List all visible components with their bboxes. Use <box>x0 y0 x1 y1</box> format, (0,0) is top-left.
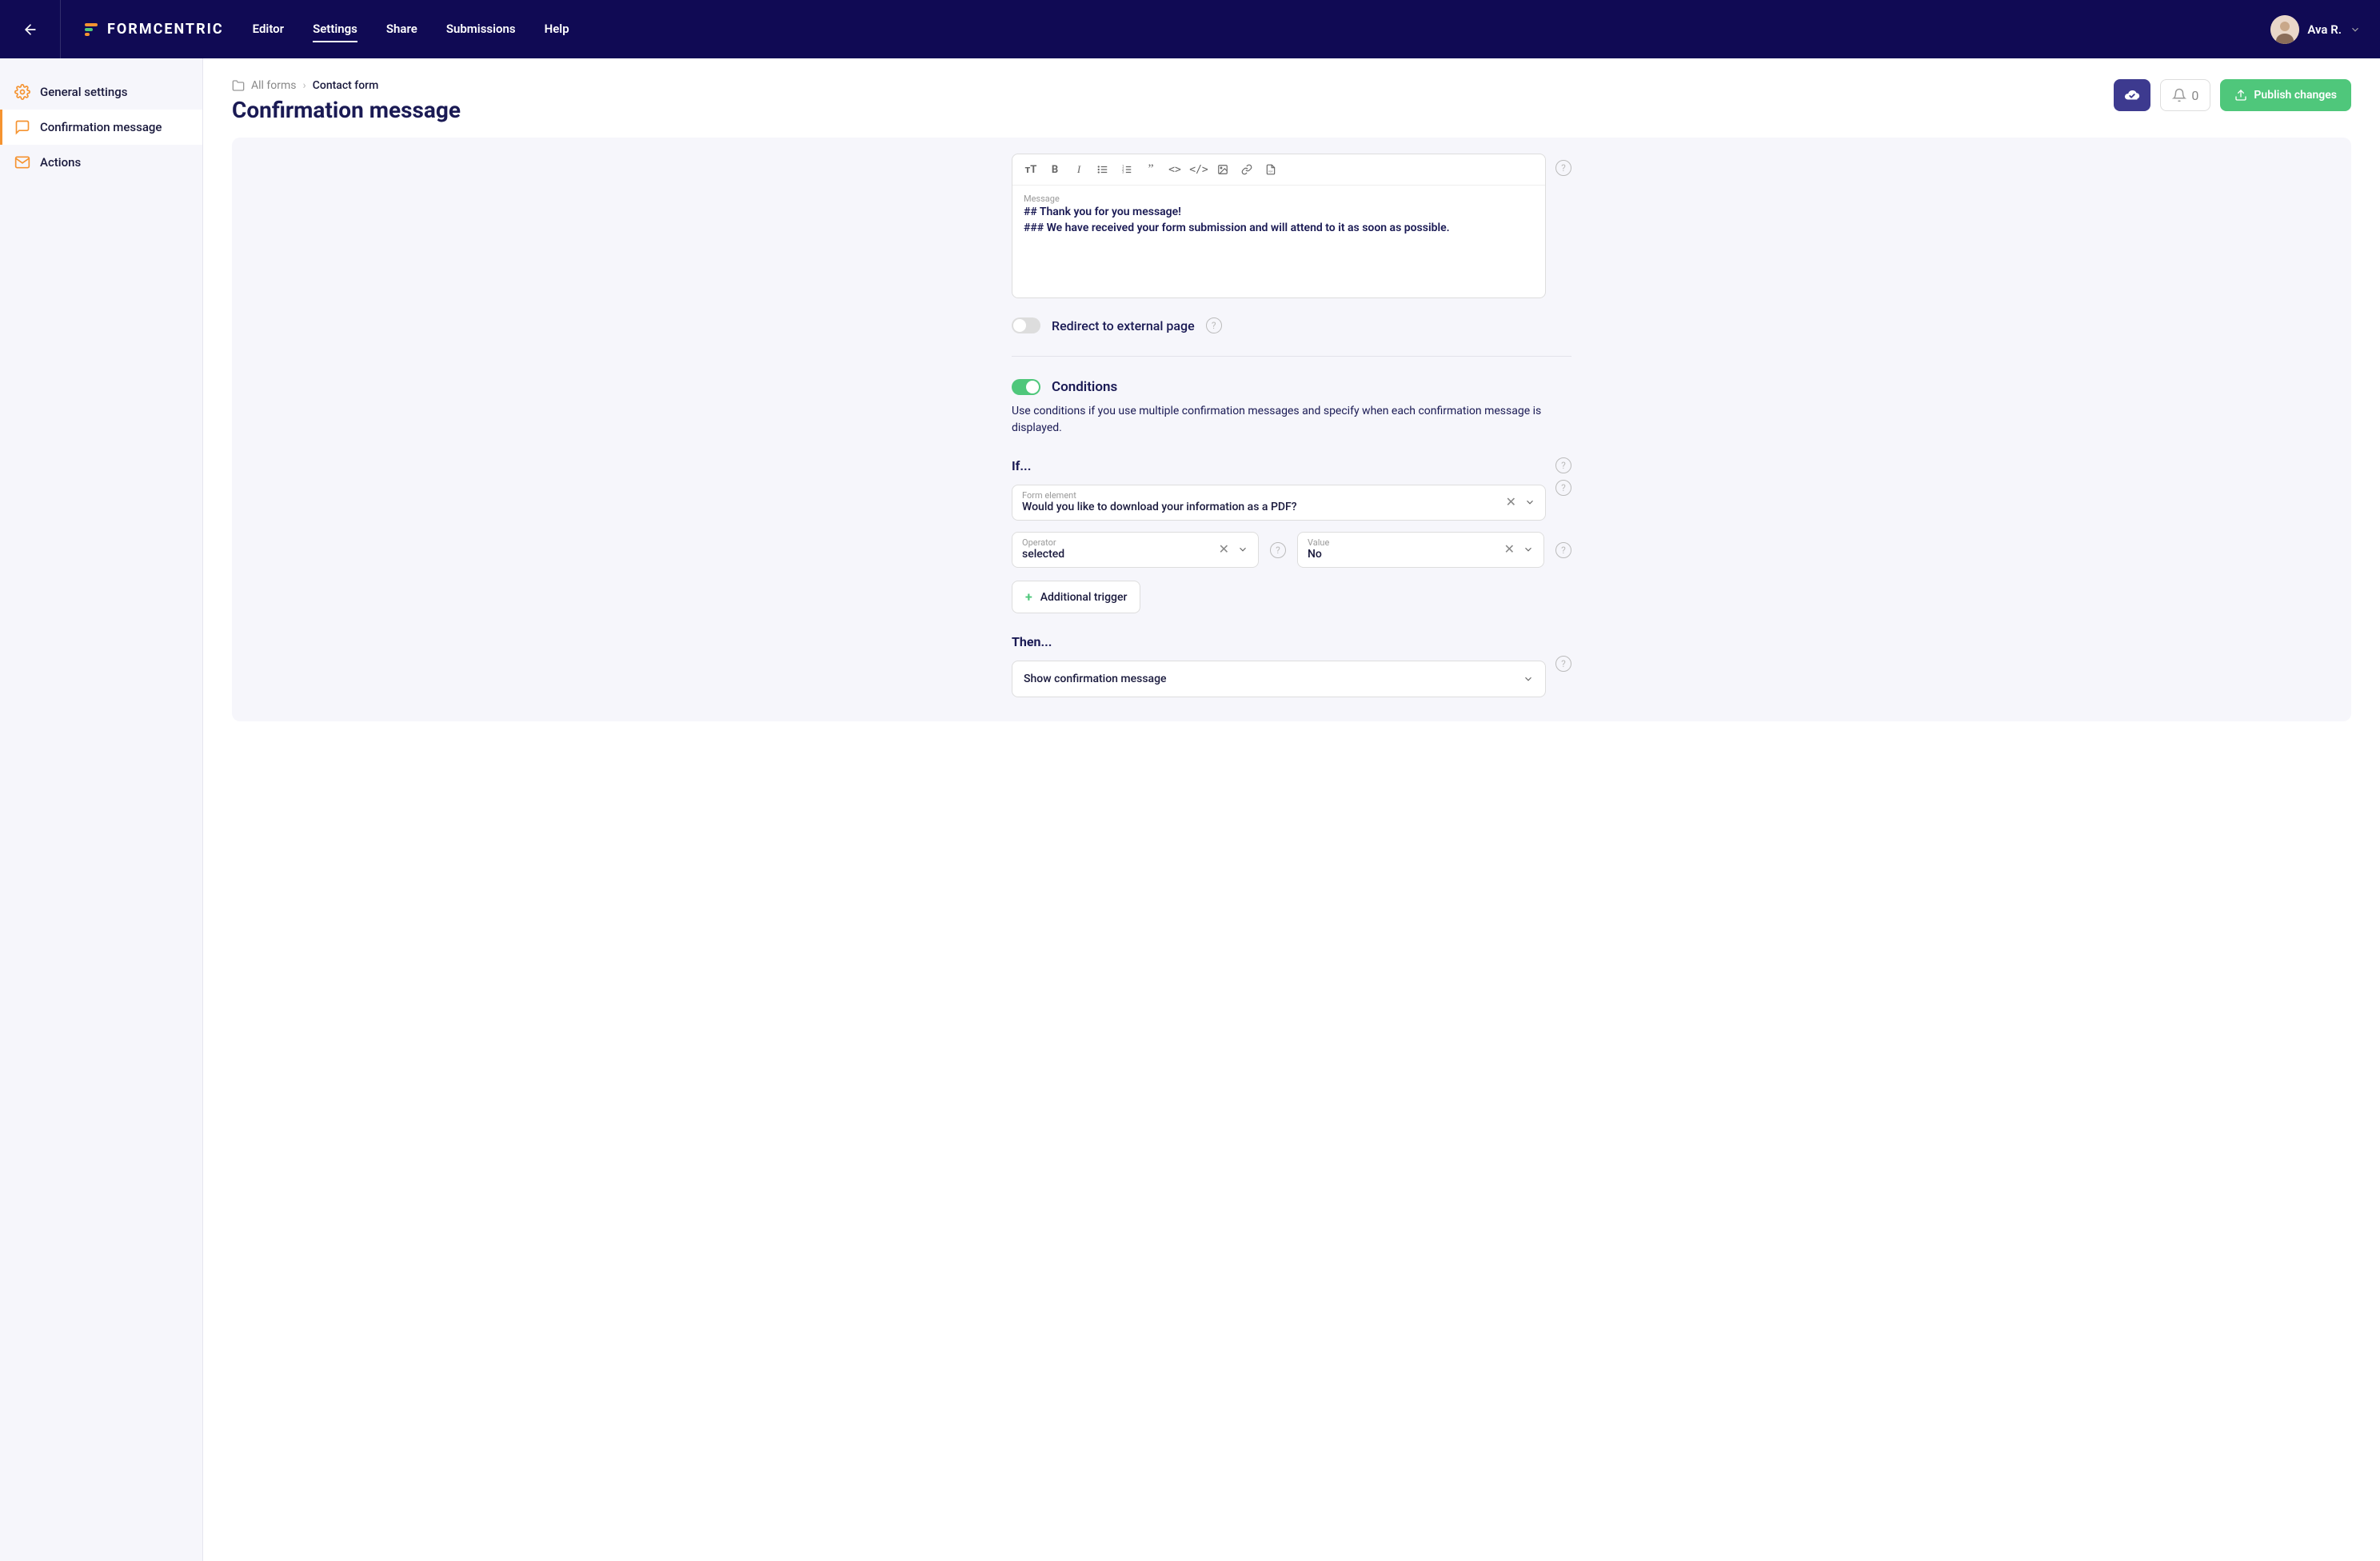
toolbar-italic[interactable]: I <box>1068 161 1089 178</box>
chevron-down-icon[interactable] <box>1237 544 1248 555</box>
field-value: Would you like to download your informat… <box>1022 501 1499 513</box>
then-label: Then... <box>1012 634 1571 649</box>
redirect-label: Redirect to external page <box>1052 318 1195 333</box>
sidebar-item-label: Confirmation message <box>40 120 162 134</box>
folder-icon <box>232 79 245 92</box>
toolbar-codeblock[interactable]: </> <box>1188 161 1209 178</box>
clear-icon[interactable]: ✕ <box>1506 494 1516 509</box>
chevron-down-icon[interactable] <box>1524 497 1535 508</box>
nav-settings[interactable]: Settings <box>313 17 357 42</box>
help-icon[interactable]: ? <box>1555 457 1571 473</box>
toolbar-pdf[interactable]: PDF <box>1260 161 1281 178</box>
back-button[interactable] <box>0 0 61 58</box>
help-icon[interactable]: ? <box>1270 542 1286 558</box>
clear-icon[interactable]: ✕ <box>1219 541 1229 557</box>
user-menu[interactable]: Ava R. <box>2270 15 2361 44</box>
editor-content-line2: ### We have received your form submissio… <box>1024 222 1534 234</box>
notifications-button[interactable]: 0 <box>2160 79 2210 111</box>
publish-label: Publish changes <box>2254 89 2337 102</box>
arrow-left-icon <box>22 22 38 38</box>
sidebar-item-general-settings[interactable]: General settings <box>0 74 202 110</box>
nav-submissions[interactable]: Submissions <box>446 17 516 42</box>
field-label: Operator <box>1022 537 1212 548</box>
publish-button[interactable]: Publish changes <box>2220 79 2351 111</box>
toolbar-code[interactable]: <> <box>1164 161 1185 178</box>
conditions-toggle[interactable] <box>1012 379 1040 395</box>
editor-label: Message <box>1024 194 1534 204</box>
add-trigger-label: Additional trigger <box>1040 591 1128 604</box>
value-select[interactable]: Value No ✕ <box>1297 532 1544 568</box>
conditions-label: Conditions <box>1052 379 1117 395</box>
logo-mark-icon <box>83 22 99 38</box>
nav-help[interactable]: Help <box>545 17 569 42</box>
field-label: Value <box>1308 537 1498 548</box>
nav-share[interactable]: Share <box>386 17 417 42</box>
toolbar-link[interactable] <box>1236 161 1257 178</box>
topbar: FORMCENTRIC Editor Settings Share Submis… <box>0 0 2380 58</box>
notification-count: 0 <box>2191 88 2198 103</box>
toolbar-bold[interactable]: B <box>1044 161 1065 178</box>
page-title: Confirmation message <box>232 97 2114 123</box>
sidebar-item-label: Actions <box>40 155 81 170</box>
chevron-down-icon <box>1523 673 1534 685</box>
chevron-down-icon[interactable] <box>1523 544 1534 555</box>
toolbar-quote[interactable]: ” <box>1140 161 1161 178</box>
toolbar-ordered-list[interactable]: 123 <box>1116 161 1137 178</box>
logo-text: FORMCENTRIC <box>107 21 224 38</box>
editor-toolbar: тT B I 123 ” <> </> PDF <box>1012 154 1545 186</box>
svg-text:PDF: PDF <box>1268 170 1273 174</box>
then-action-value: Show confirmation message <box>1024 673 1523 685</box>
nav-editor[interactable]: Editor <box>253 17 284 42</box>
logo: FORMCENTRIC <box>61 21 246 38</box>
help-icon[interactable]: ? <box>1206 317 1222 333</box>
main-content: All forms › Contact form Confirmation me… <box>203 58 2380 1561</box>
then-action-select[interactable]: Show confirmation message <box>1012 661 1546 697</box>
help-icon[interactable]: ? <box>1555 542 1571 558</box>
message-icon <box>14 119 30 135</box>
plus-icon: + <box>1025 589 1032 605</box>
add-trigger-button[interactable]: + Additional trigger <box>1012 581 1140 613</box>
svg-text:3: 3 <box>1122 170 1124 174</box>
clear-icon[interactable]: ✕ <box>1504 541 1515 557</box>
field-label: Form element <box>1022 490 1499 501</box>
user-name: Ava R. <box>2307 22 2342 37</box>
sidebar: General settings Confirmation message Ac… <box>0 58 203 1561</box>
redirect-toggle[interactable] <box>1012 317 1040 333</box>
operator-select[interactable]: Operator selected ✕ <box>1012 532 1259 568</box>
chevron-down-icon <box>2350 24 2361 35</box>
bell-icon <box>2172 88 2186 102</box>
save-button[interactable] <box>2114 79 2150 111</box>
editor-content-line1: ## Thank you for you message! <box>1024 206 1534 218</box>
editor-textarea[interactable]: Message ## Thank you for you message! ##… <box>1012 186 1545 297</box>
toolbar-unordered-list[interactable] <box>1092 161 1113 178</box>
divider <box>1012 356 1571 357</box>
message-editor: тT B I 123 ” <> </> PDF <box>1012 154 1546 298</box>
breadcrumb: All forms › Contact form <box>232 79 2114 92</box>
toolbar-image[interactable] <box>1212 161 1233 178</box>
main-nav: Editor Settings Share Submissions Help <box>253 17 569 42</box>
sidebar-item-confirmation-message[interactable]: Confirmation message <box>0 110 202 145</box>
if-label: If... <box>1012 458 1546 473</box>
breadcrumb-current: Contact form <box>313 79 379 92</box>
chevron-right-icon: › <box>303 79 306 92</box>
field-value: selected <box>1022 548 1212 561</box>
cloud-check-icon <box>2123 86 2141 104</box>
conditions-description: Use conditions if you use multiple confi… <box>1012 403 1571 437</box>
help-icon[interactable]: ? <box>1555 480 1571 496</box>
mail-icon <box>14 154 30 170</box>
toolbar-text-size[interactable]: тT <box>1020 161 1041 178</box>
avatar <box>2270 15 2299 44</box>
breadcrumb-root[interactable]: All forms <box>251 79 297 92</box>
help-icon[interactable]: ? <box>1555 160 1571 176</box>
form-element-select[interactable]: Form element Would you like to download … <box>1012 485 1546 521</box>
sidebar-item-label: General settings <box>40 85 127 99</box>
help-icon[interactable]: ? <box>1555 656 1571 672</box>
upload-icon <box>2234 89 2247 102</box>
field-value: No <box>1308 548 1498 561</box>
sidebar-item-actions[interactable]: Actions <box>0 145 202 180</box>
gear-icon <box>14 84 30 100</box>
